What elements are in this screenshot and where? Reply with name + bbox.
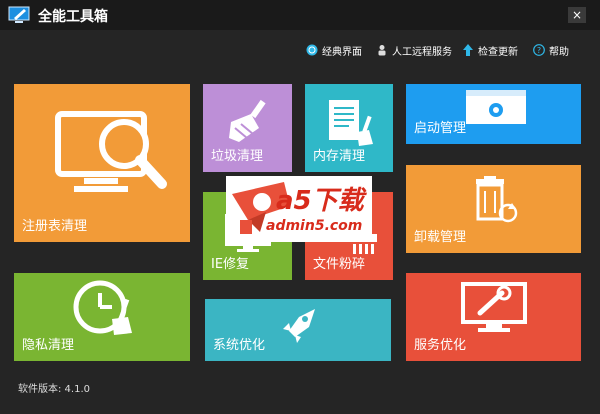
- tile-system-optimize[interactable]: 系统优化: [205, 299, 391, 361]
- app-window: 全能工具箱 × 经典界面 人工远程服务 检查更新 ? 帮助 注册表清理 垃圾清理…: [0, 0, 600, 414]
- window-title: 全能工具箱: [38, 9, 108, 25]
- tile-shred-label: 文件粉碎: [313, 257, 366, 272]
- tile-privacy-label: 隐私清理: [22, 338, 75, 353]
- tile-uninstall-manage[interactable]: 卸载管理: [406, 165, 581, 253]
- tile-memory-clean[interactable]: 内存清理: [305, 84, 393, 172]
- check-update-label: 检查更新: [478, 46, 518, 58]
- tile-optimize-label: 系统优化: [213, 338, 266, 353]
- tile-startup-manage[interactable]: 启动管理: [406, 84, 581, 144]
- watermark-brand: a5下载: [276, 186, 364, 216]
- tile-registry-clean[interactable]: 注册表清理: [14, 84, 190, 242]
- tile-ie-label: IE修复: [211, 257, 250, 272]
- arrow-up-icon: [463, 44, 473, 56]
- help-button[interactable]: ? 帮助: [533, 42, 569, 58]
- classic-view-button[interactable]: 经典界面: [306, 42, 362, 58]
- watermark-url: admin5.com: [266, 218, 363, 234]
- monitor-magnifier-icon: [55, 111, 167, 192]
- remote-service-button[interactable]: 人工远程服务: [376, 42, 452, 58]
- broom-icon: [229, 99, 266, 142]
- tile-junk-label: 垃圾清理: [211, 149, 264, 164]
- tile-memory-label: 内存清理: [313, 149, 366, 164]
- remote-service-label: 人工远程服务: [392, 46, 452, 58]
- help-icon: ?: [533, 44, 545, 56]
- classic-view-label: 经典界面: [322, 46, 362, 58]
- globe-icon: [306, 44, 318, 56]
- monitor-wrench-icon: [461, 282, 527, 332]
- tile-junk-clean[interactable]: 垃圾清理: [203, 84, 292, 172]
- document-broom-icon: [329, 100, 373, 146]
- check-update-button[interactable]: 检查更新: [462, 42, 518, 58]
- svg-text:?: ?: [537, 46, 541, 55]
- person-icon: [378, 45, 386, 56]
- help-label: 帮助: [549, 46, 569, 58]
- version-label: 软件版本: 4.1.0: [18, 384, 90, 395]
- tile-registry-label: 注册表清理: [22, 219, 88, 234]
- app-logo-icon: [8, 6, 30, 23]
- clock-broom-icon: [73, 280, 132, 335]
- recycle-bin-icon: [476, 176, 518, 223]
- tile-startup-label: 启动管理: [414, 121, 467, 136]
- tile-service-label: 服务优化: [414, 338, 467, 353]
- tile-service-optimize[interactable]: 服务优化: [406, 273, 581, 361]
- tile-uninstall-label: 卸载管理: [414, 230, 467, 245]
- tile-privacy-clean[interactable]: 隐私清理: [14, 273, 190, 361]
- title-bar: 全能工具箱 ×: [0, 0, 600, 30]
- close-button[interactable]: ×: [568, 7, 586, 23]
- window-gear-icon: [466, 90, 526, 124]
- watermark-overlay: a5下载 admin5.com: [226, 176, 372, 242]
- rocket-icon: [283, 309, 315, 343]
